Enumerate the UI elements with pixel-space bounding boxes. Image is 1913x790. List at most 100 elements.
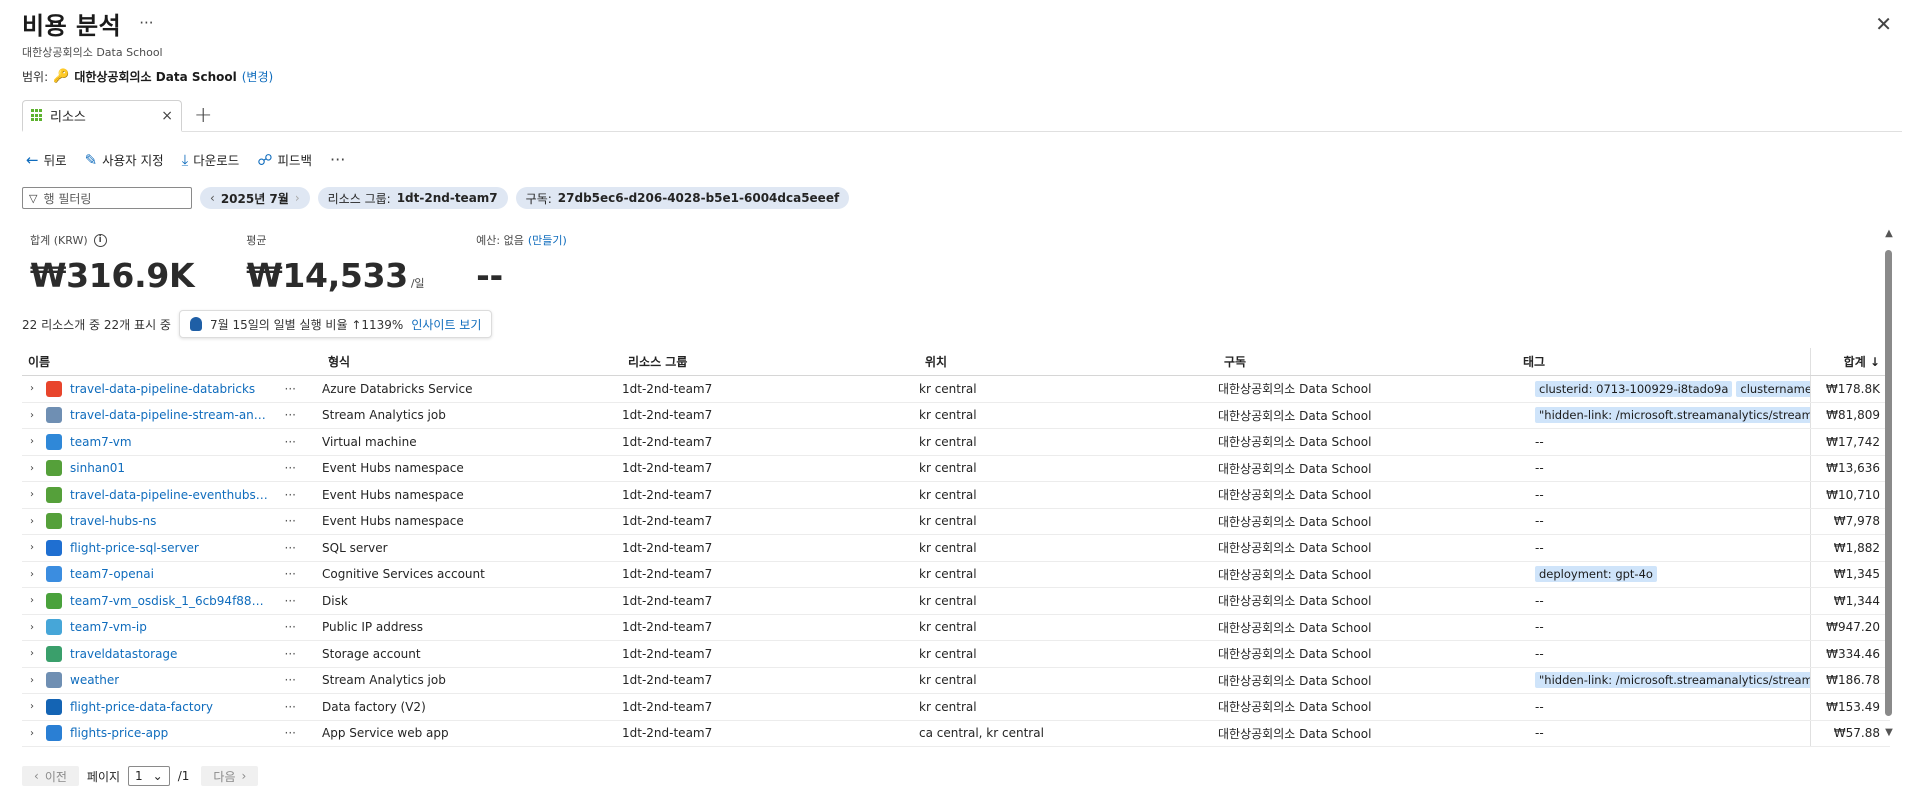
expand-chevron-icon[interactable]: › — [30, 595, 38, 606]
expand-chevron-icon[interactable]: › — [30, 569, 38, 580]
create-budget-link[interactable]: (만들기) — [528, 232, 567, 248]
location-cell: kr central — [919, 673, 977, 688]
row-more-button[interactable]: ··· — [285, 541, 316, 555]
row-more-button[interactable]: ··· — [285, 435, 316, 449]
tags-cell: "hidden-link: /microsoft.streamanalytics… — [1517, 672, 1810, 689]
table-row[interactable]: › travel-data-pipeline-stream-analytics ··… — [22, 402, 1890, 429]
type-cell: SQL server — [322, 540, 388, 555]
table-row[interactable]: › traveldatastorage ··· Storage account 1dt-… — [22, 641, 1890, 668]
prev-page-button[interactable]: ‹ 이전 — [22, 766, 79, 786]
expand-chevron-icon[interactable]: › — [30, 701, 38, 712]
row-more-button[interactable]: ··· — [285, 594, 316, 608]
feedback-button[interactable]: ☍ 피드백 — [257, 150, 312, 169]
expand-chevron-icon[interactable]: › — [30, 622, 38, 633]
subscription-pill[interactable]: 구독: 27db5ec6-d206-4028-b5e1-6004dca5eeef — [515, 187, 850, 209]
row-more-button[interactable]: ··· — [285, 700, 316, 714]
scroll-down-icon[interactable]: ▼ — [1882, 727, 1896, 738]
column-header-type[interactable]: 형식 — [322, 353, 622, 370]
table-row[interactable]: › team7-openai ··· Cognitive Services accou… — [22, 561, 1890, 588]
chevron-right-icon[interactable]: › — [295, 191, 300, 205]
tab-close-icon[interactable]: × — [161, 108, 173, 124]
expand-chevron-icon[interactable]: › — [30, 436, 38, 447]
tags-cell: -- — [1517, 700, 1810, 714]
resource-link[interactable]: team7-vm_osdisk_1_6cb94f886cf3... — [70, 594, 270, 608]
location-cell: kr central — [919, 514, 977, 529]
resource-link[interactable]: travel-data-pipeline-databricks — [70, 382, 255, 396]
table-row[interactable]: › team7-vm ··· Virtual machine 1dt-2nd-team7… — [22, 429, 1890, 456]
expand-chevron-icon[interactable]: › — [30, 648, 38, 659]
column-header-resource-group[interactable]: 리소스 그룹 — [622, 353, 919, 370]
close-button[interactable]: ✕ — [1875, 14, 1892, 34]
chevron-left-icon[interactable]: ‹ — [210, 191, 215, 205]
resource-link[interactable]: team7-vm-ip — [70, 620, 147, 634]
table-row[interactable]: › flight-price-data-factory ··· Data factor… — [22, 694, 1890, 721]
resource-link[interactable]: flight-price-sql-server — [70, 541, 199, 555]
next-page-button[interactable]: 다음 › — [201, 766, 259, 786]
page-select[interactable]: 1 ⌄ — [128, 766, 170, 786]
toolbar-more-button[interactable]: ··· — [330, 150, 345, 169]
column-header-location[interactable]: 위치 — [919, 353, 1218, 370]
table-row[interactable]: › travel-data-pipeline-databricks ··· Azure… — [22, 376, 1890, 403]
row-more-button[interactable]: ··· — [285, 461, 316, 475]
scope-change-link[interactable]: (변경) — [242, 68, 273, 85]
add-tab-button[interactable]: + — [194, 103, 212, 128]
expand-chevron-icon[interactable]: › — [30, 728, 38, 739]
expand-chevron-icon[interactable]: › — [30, 463, 38, 474]
expand-chevron-icon[interactable]: › — [30, 410, 38, 421]
subscription-cell: 대한상공회의소 Data School — [1218, 673, 1372, 688]
resource-link[interactable]: flights-price-app — [70, 726, 168, 740]
row-more-button[interactable]: ··· — [285, 726, 316, 740]
resource-group-cell: 1dt-2nd-team7 — [622, 434, 713, 449]
table-row[interactable]: › weather ··· Stream Analytics job 1dt-2nd-t… — [22, 667, 1890, 694]
expand-chevron-icon[interactable]: › — [30, 516, 38, 527]
download-button[interactable]: ⤓ 다운로드 — [182, 150, 240, 169]
resource-link[interactable]: team7-vm — [70, 435, 132, 449]
table-row[interactable]: › sinhan01 ··· Event Hubs namespace 1dt-2nd-… — [22, 455, 1890, 482]
scroll-up-icon[interactable]: ▲ — [1882, 228, 1896, 239]
expand-chevron-icon[interactable]: › — [30, 489, 38, 500]
back-button[interactable]: ← 뒤로 — [26, 150, 67, 169]
row-more-button[interactable]: ··· — [285, 620, 316, 634]
table-row[interactable]: › travel-data-pipeline-eventhubs-ns ··· Eve… — [22, 482, 1890, 509]
row-more-button[interactable]: ··· — [285, 514, 316, 528]
resource-link[interactable]: traveldatastorage — [70, 647, 177, 661]
name-cell: › sinhan01 ··· — [22, 460, 322, 477]
column-header-subscription[interactable]: 구독 — [1218, 353, 1517, 370]
column-header-name[interactable]: 이름 — [22, 353, 322, 370]
resource-link[interactable]: travel-data-pipeline-stream-analytics — [70, 408, 270, 422]
row-more-button[interactable]: ··· — [285, 488, 316, 502]
storage-account-icon — [46, 645, 62, 662]
row-more-button[interactable]: ··· — [285, 408, 316, 422]
table-row[interactable]: › travel-hubs-ns ··· Event Hubs namespace 1d… — [22, 508, 1890, 535]
expand-chevron-icon[interactable]: › — [30, 383, 38, 394]
resource-group-pill[interactable]: 리소스 그룹: 1dt-2nd-team7 — [317, 187, 508, 209]
resource-link[interactable]: travel-hubs-ns — [70, 514, 156, 528]
column-header-tags[interactable]: 태그 — [1517, 353, 1810, 370]
row-more-button[interactable]: ··· — [285, 673, 316, 687]
table-row[interactable]: › flights-price-app ··· App Service web app… — [22, 720, 1890, 747]
info-icon[interactable]: i — [93, 233, 107, 247]
expand-chevron-icon[interactable]: › — [30, 542, 38, 553]
resource-link[interactable]: travel-data-pipeline-eventhubs-ns — [70, 488, 270, 502]
row-more-button[interactable]: ··· — [285, 382, 316, 396]
expand-chevron-icon[interactable]: › — [30, 675, 38, 686]
row-more-button[interactable]: ··· — [285, 647, 316, 661]
column-header-total[interactable]: 합계 ↓ — [1810, 348, 1890, 375]
resource-link[interactable]: team7-openai — [70, 567, 154, 581]
resource-link[interactable]: sinhan01 — [70, 461, 125, 475]
period-pill[interactable]: ‹ 2025년 7월 › — [200, 187, 310, 209]
tab-resources[interactable]: 리소스 × — [22, 100, 182, 132]
table-row[interactable]: › flight-price-sql-server ··· SQL server 1dt… — [22, 535, 1890, 562]
location-cell: kr central — [919, 461, 977, 476]
resource-link[interactable]: weather — [70, 673, 119, 687]
resource-link[interactable]: flight-price-data-factory — [70, 700, 213, 714]
more-options-button[interactable]: ··· — [139, 14, 153, 32]
table-row[interactable]: › team7-vm_osdisk_1_6cb94f886cf3... ··· Dis… — [22, 588, 1890, 615]
scrollbar-thumb[interactable] — [1885, 250, 1892, 716]
table-row[interactable]: › team7-vm-ip ··· Public IP address 1dt-2nd-… — [22, 614, 1890, 641]
vertical-scrollbar[interactable]: ▲ ▼ — [1882, 228, 1896, 738]
row-more-button[interactable]: ··· — [285, 567, 316, 581]
view-insight-link[interactable]: 인사이트 보기 — [411, 316, 481, 333]
row-filter-input[interactable]: ▽ 행 필터링 — [22, 187, 192, 209]
customize-button[interactable]: ✎ 사용자 지정 — [85, 150, 164, 169]
